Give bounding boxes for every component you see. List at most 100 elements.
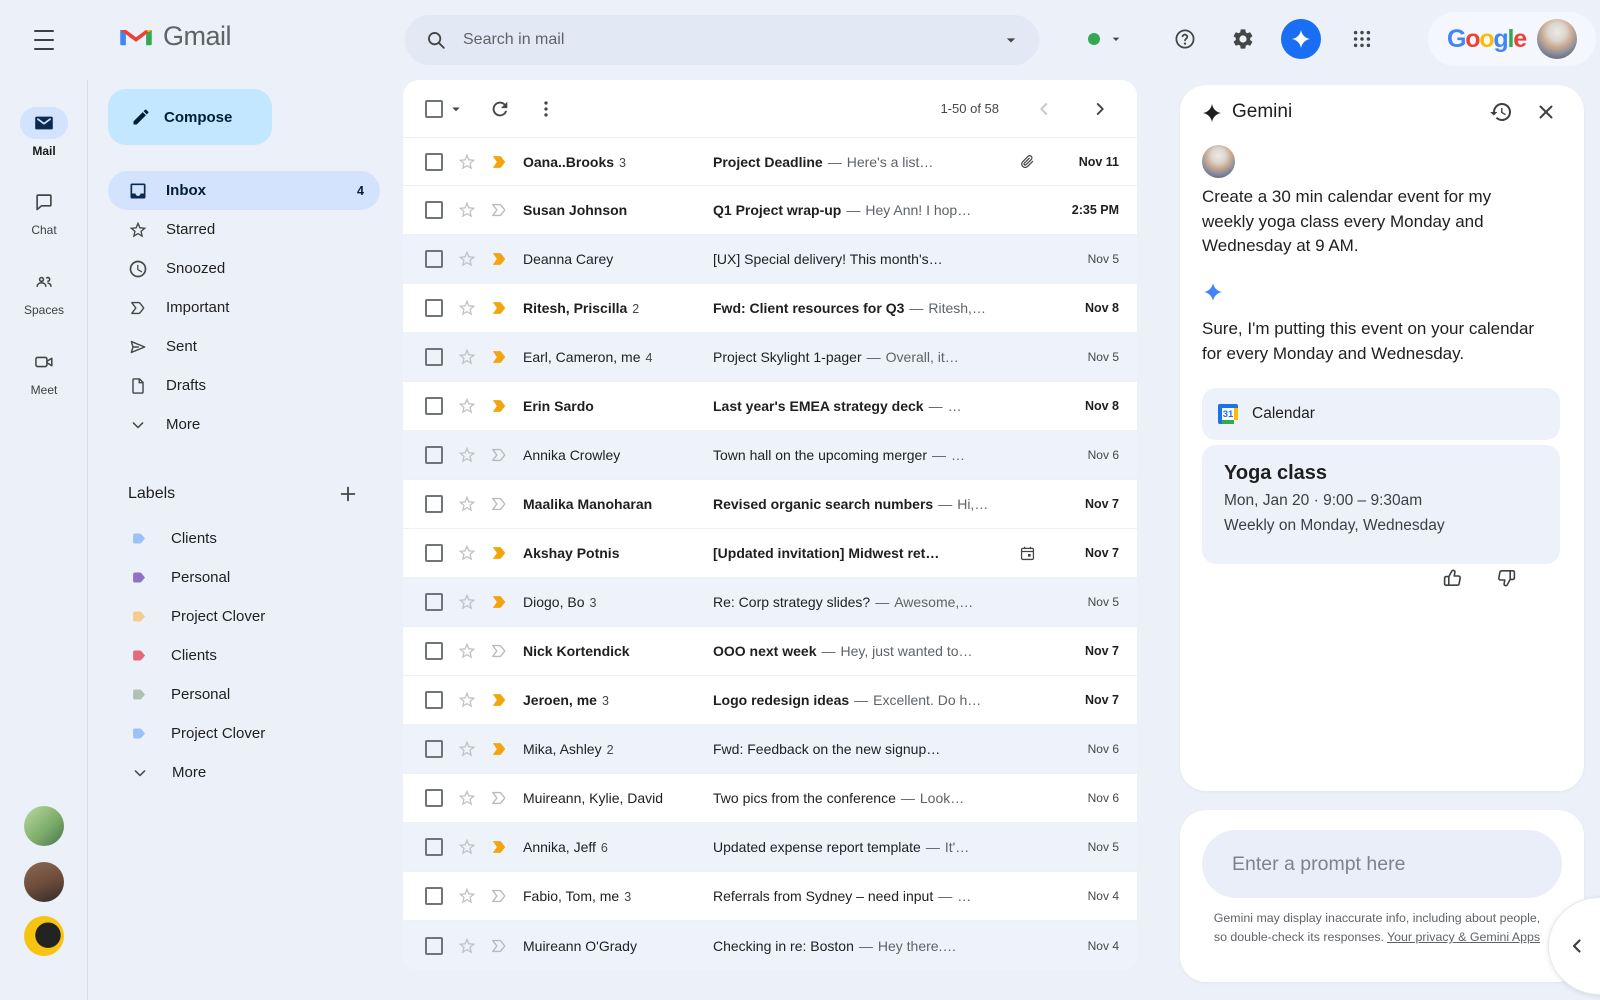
contact-avatar[interactable] — [24, 806, 64, 846]
importance-marker-icon[interactable] — [489, 641, 509, 661]
importance-marker-icon[interactable] — [489, 936, 509, 956]
help-button[interactable] — [1165, 19, 1205, 59]
importance-marker-icon[interactable] — [489, 837, 509, 857]
calendar-app-chip[interactable]: 31 Calendar — [1202, 388, 1560, 440]
email-row[interactable]: Maalika Manoharan Revised organic search… — [403, 480, 1137, 529]
sidebar-item-snoozed[interactable]: Snoozed — [108, 249, 380, 288]
star-icon[interactable] — [457, 641, 477, 661]
email-checkbox[interactable] — [425, 642, 443, 660]
importance-marker-icon[interactable] — [489, 592, 509, 612]
user-avatar[interactable] — [1537, 19, 1577, 59]
importance-marker-icon[interactable] — [489, 788, 509, 808]
contact-avatar[interactable] — [24, 916, 64, 956]
status-indicator[interactable] — [1088, 27, 1124, 51]
star-icon[interactable] — [457, 837, 477, 857]
star-icon[interactable] — [457, 347, 477, 367]
importance-marker-icon[interactable] — [489, 543, 509, 563]
email-row[interactable]: Ritesh, Priscilla2 Fwd: Client resources… — [403, 284, 1137, 333]
rail-item-chat[interactable]: Chat — [0, 186, 88, 237]
sidebar-item-inbox[interactable]: Inbox 4 — [108, 171, 380, 210]
thumbs-up-button[interactable] — [1440, 566, 1464, 590]
email-checkbox[interactable] — [425, 495, 443, 513]
star-icon[interactable] — [457, 200, 477, 220]
email-checkbox[interactable] — [425, 691, 443, 709]
rail-item-meet[interactable]: Meet — [0, 346, 88, 397]
star-icon[interactable] — [457, 298, 477, 318]
older-page-button[interactable] — [1089, 98, 1111, 120]
email-checkbox[interactable] — [425, 544, 443, 562]
email-checkbox[interactable] — [425, 153, 443, 171]
gemini-toggle-button[interactable] — [1281, 19, 1321, 59]
thumbs-down-button[interactable] — [1495, 566, 1519, 590]
prompt-input[interactable] — [1232, 853, 1532, 876]
label-item-more[interactable]: More — [88, 753, 403, 792]
sidebar-item-important[interactable]: Important — [108, 288, 380, 327]
email-row[interactable]: Nick Kortendick OOO next week—Hey, just … — [403, 627, 1137, 676]
rail-item-mail[interactable]: Mail — [0, 107, 88, 158]
label-item-personal[interactable]: Personal — [88, 558, 403, 597]
email-checkbox[interactable] — [425, 887, 443, 905]
sidebar-item-starred[interactable]: Starred — [108, 210, 380, 249]
contact-avatar[interactable] — [24, 862, 64, 902]
label-item-clients[interactable]: Clients — [88, 636, 403, 675]
rail-item-spaces[interactable]: Spaces — [0, 266, 88, 317]
importance-marker-icon[interactable] — [489, 347, 509, 367]
email-row[interactable]: Susan Johnson Q1 Project wrap-up—Hey Ann… — [403, 186, 1137, 235]
search-bar[interactable] — [405, 15, 1039, 65]
email-checkbox[interactable] — [425, 740, 443, 758]
email-row[interactable]: Oana..Brooks3 Project Deadline—Here's a … — [403, 137, 1137, 186]
settings-button[interactable] — [1223, 19, 1263, 59]
more-options-button[interactable] — [535, 98, 557, 120]
star-icon[interactable] — [457, 396, 477, 416]
search-options-caret-icon[interactable] — [1001, 30, 1021, 50]
star-icon[interactable] — [457, 152, 477, 172]
email-row[interactable]: Annika, Jeff6 Updated expense report tem… — [403, 823, 1137, 872]
sidebar-item-drafts[interactable]: Drafts — [108, 366, 380, 405]
history-button[interactable] — [1489, 100, 1513, 124]
email-checkbox[interactable] — [425, 446, 443, 464]
email-row[interactable]: Muireann, Kylie, David Two pics from the… — [403, 774, 1137, 823]
star-icon[interactable] — [457, 592, 477, 612]
label-item-project-clover[interactable]: Project Clover — [88, 597, 403, 636]
star-icon[interactable] — [457, 936, 477, 956]
refresh-button[interactable] — [489, 98, 511, 120]
sidebar-item-more[interactable]: More — [108, 405, 380, 444]
importance-marker-icon[interactable] — [489, 249, 509, 269]
email-checkbox[interactable] — [425, 348, 443, 366]
importance-marker-icon[interactable] — [489, 739, 509, 759]
email-checkbox[interactable] — [425, 789, 443, 807]
calendar-event-card[interactable]: Yoga class Mon, Jan 20 · 9:00 – 9:30am W… — [1202, 445, 1560, 564]
importance-marker-icon[interactable] — [489, 298, 509, 318]
newer-page-button[interactable] — [1033, 98, 1055, 120]
star-icon[interactable] — [457, 690, 477, 710]
email-checkbox[interactable] — [425, 397, 443, 415]
star-icon[interactable] — [457, 494, 477, 514]
star-icon[interactable] — [457, 249, 477, 269]
importance-marker-icon[interactable] — [489, 494, 509, 514]
importance-marker-icon[interactable] — [489, 445, 509, 465]
star-icon[interactable] — [457, 788, 477, 808]
importance-marker-icon[interactable] — [489, 690, 509, 710]
prompt-input-pill[interactable] — [1202, 830, 1562, 898]
importance-marker-icon[interactable] — [489, 396, 509, 416]
email-checkbox[interactable] — [425, 250, 443, 268]
email-row[interactable]: Annika Crowley Town hall on the upcoming… — [403, 431, 1137, 480]
label-item-personal[interactable]: Personal — [88, 675, 403, 714]
select-all-checkbox[interactable] — [425, 100, 443, 118]
email-checkbox[interactable] — [425, 299, 443, 317]
star-icon[interactable] — [457, 886, 477, 906]
email-row[interactable]: Deanna Carey [UX] Special delivery! This… — [403, 235, 1137, 284]
email-row[interactable]: Diogo, Bo3 Re: Corp strategy slides?—Awe… — [403, 578, 1137, 627]
compose-button[interactable]: Compose — [108, 89, 272, 145]
search-input[interactable] — [463, 31, 997, 49]
email-row[interactable]: Jeroen, me3 Logo redesign ideas—Excellen… — [403, 676, 1137, 725]
email-row[interactable]: Muireann O'Grady Checking in re: Boston—… — [403, 921, 1137, 970]
email-row[interactable]: Akshay Potnis [Updated invitation] Midwe… — [403, 529, 1137, 578]
email-row[interactable]: Mika, Ashley2 Fwd: Feedback on the new s… — [403, 725, 1137, 774]
email-checkbox[interactable] — [425, 838, 443, 856]
email-row[interactable]: Fabio, Tom, me3 Referrals from Sydney – … — [403, 872, 1137, 921]
star-icon[interactable] — [457, 543, 477, 563]
importance-marker-icon[interactable] — [489, 152, 509, 172]
sidebar-item-sent[interactable]: Sent — [108, 327, 380, 366]
create-label-button[interactable] — [337, 483, 359, 505]
